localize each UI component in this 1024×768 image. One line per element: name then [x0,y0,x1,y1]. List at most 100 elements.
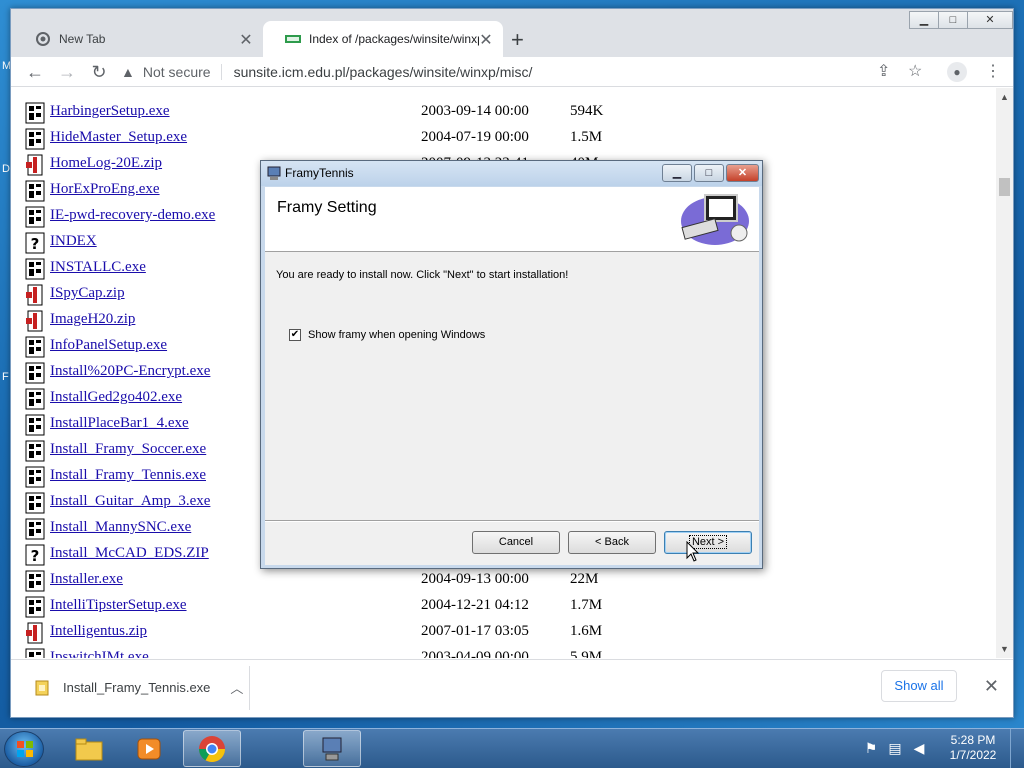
download-item[interactable]: Install_Framy_Tennis.exe ︿ [35,678,243,697]
action-center-flag-icon[interactable]: ⚑ [862,739,880,757]
maximize-button[interactable]: □ [938,11,968,29]
show-desktop-button[interactable] [1010,729,1024,768]
chevron-up-icon[interactable]: ︿ [230,678,243,697]
taskbar-explorer-button[interactable] [60,730,118,767]
installer-icon [267,166,281,180]
dialog-minimize-button[interactable]: ▁ [662,164,692,182]
chrome-icon [198,735,226,762]
file-link[interactable]: INDEX [50,233,97,250]
file-link[interactable]: InstallPlaceBar1_4.exe [50,415,189,432]
close-tab-icon[interactable]: ✕ [237,30,255,50]
tab-title: Index of /packages/winsite/winxp [309,32,479,46]
binary-file-icon [25,492,45,514]
minimize-button[interactable]: ▁ [909,11,939,29]
file-link[interactable]: ImageH20.zip [50,311,135,328]
file-link[interactable]: HideMaster_Setup.exe [50,129,187,146]
file-link[interactable]: InfoPanelSetup.exe [50,337,167,354]
file-date: 2004-12-21 04:12 [421,597,529,613]
file-size: 1.5M [570,129,603,145]
bookmark-star-icon[interactable]: ☆ [908,61,922,81]
tab-index-listing[interactable]: Index of /packages/winsite/winxp ✕ [263,21,503,57]
file-link[interactable]: IpswitchIMt.exe [50,649,149,658]
new-tab-button[interactable]: + [511,27,524,53]
site-favicon-icon [285,31,301,47]
close-icon[interactable]: ✕ [984,676,999,697]
desktop-icon-label[interactable]: D [2,163,10,175]
file-date: 2003-04-09 00:00 [421,649,529,658]
table-row: Installer.exe 2004-09-13 00:00 22M [23,568,983,594]
table-row: IntelliTipsterSetup.exe 2004-12-21 04:12 1… [23,594,983,620]
desktop-icon-label[interactable]: F [2,371,9,383]
file-link[interactable]: Install_Framy_Tennis.exe [50,467,206,484]
vertical-scrollbar[interactable]: ▲ ▼ [996,88,1013,658]
dialog-close-button[interactable]: ✕ [726,164,759,182]
file-link[interactable]: InstallGed2go402.exe [50,389,182,406]
checkbox-box[interactable]: ✔ [289,329,301,341]
dialog-window-title: FramyTennis [285,166,354,180]
cancel-button[interactable]: Cancel [472,531,560,554]
file-link[interactable]: IE-pwd-recovery-demo.exe [50,207,215,224]
checkbox-label[interactable]: Show framy when opening Windows [308,329,485,341]
dialog-title-bar[interactable]: FramyTennis ▁ □ ✕ [261,161,762,186]
file-link[interactable]: HomeLog-20E.zip [50,155,162,172]
chrome-icon [35,31,51,47]
file-link[interactable]: Install_MannySNC.exe [50,519,191,536]
file-link[interactable]: Install%20PC-Encrypt.exe [50,363,210,380]
close-window-button[interactable]: ✕ [967,11,1013,29]
computer-icon [681,194,749,245]
back-button[interactable]: < Back [568,531,656,554]
binary-file-icon [25,570,45,592]
show-framy-checkbox[interactable]: ✔ Show framy when opening Windows [289,329,485,341]
file-link[interactable]: INSTALLC.exe [50,259,146,276]
file-link[interactable]: Install_McCAD_EDS.ZIP [50,545,209,562]
start-button[interactable] [4,731,44,767]
download-filename[interactable]: Install_Framy_Tennis.exe [63,680,210,695]
address-bar[interactable]: ▲ Not secure sunsite.icm.edu.pl/packages… [121,59,991,85]
show-all-button[interactable]: Show all [881,670,957,702]
download-bar: Install_Framy_Tennis.exe ︿ Show all ✕ [11,659,1013,717]
dialog-maximize-button[interactable]: □ [694,164,724,182]
file-link[interactable]: Installer.exe [50,571,123,588]
next-button[interactable]: Next > [664,531,752,554]
volume-icon[interactable]: ◀ [910,739,928,757]
unknown-file-icon: ? [25,544,45,566]
profile-avatar-icon[interactable]: ● [947,62,967,82]
share-icon[interactable]: ⇪ [877,61,890,81]
menu-kebab-icon[interactable]: ⋮ [985,61,1001,81]
file-link[interactable]: Install_Guitar_Amp_3.exe [50,493,210,510]
back-arrow-icon[interactable]: ← [23,61,47,83]
security-label[interactable]: Not secure [143,64,211,80]
taskbar-chrome-button[interactable] [183,730,241,767]
reload-icon[interactable]: ↻ [87,61,111,83]
divider [220,64,222,80]
taskbar-clock[interactable]: 5:28 PM 1/7/2022 [940,733,1006,763]
file-link[interactable]: HarbingerSetup.exe [50,103,170,120]
taskbar-media-player-button[interactable] [120,730,178,767]
network-icon[interactable]: ▤ [886,739,904,757]
taskbar-installer-button[interactable] [303,730,361,767]
file-link[interactable]: Intelligentus.zip [50,623,147,640]
tab-new-tab[interactable]: New Tab ✕ [13,21,263,57]
close-tab-icon[interactable]: ✕ [477,30,495,50]
binary-file-icon [25,206,45,228]
scroll-down-icon[interactable]: ▼ [1000,644,1009,654]
file-link[interactable]: HorExProEng.exe [50,181,160,198]
file-link[interactable]: Install_Framy_Soccer.exe [50,441,206,458]
warning-icon[interactable]: ▲ [121,64,135,80]
url-text[interactable]: sunsite.icm.edu.pl/packages/winsite/winx… [234,64,533,80]
media-player-icon [137,738,161,759]
scroll-up-icon[interactable]: ▲ [1000,92,1009,102]
binary-file-icon [25,518,45,540]
binary-file-icon [25,648,45,658]
file-icon [35,680,49,695]
archive-file-icon [25,310,45,332]
file-link[interactable]: ISpyCap.zip [50,285,125,302]
tab-strip: New Tab ✕ Index of /packages/winsite/win… [11,9,1013,57]
file-link[interactable]: IntelliTipsterSetup.exe [50,597,187,614]
forward-arrow-icon[interactable]: → [55,61,79,83]
archive-file-icon [25,284,45,306]
folder-icon [75,738,103,760]
scrollbar-thumb[interactable] [999,178,1010,196]
binary-file-icon [25,180,45,202]
svg-text:?: ? [31,547,40,565]
